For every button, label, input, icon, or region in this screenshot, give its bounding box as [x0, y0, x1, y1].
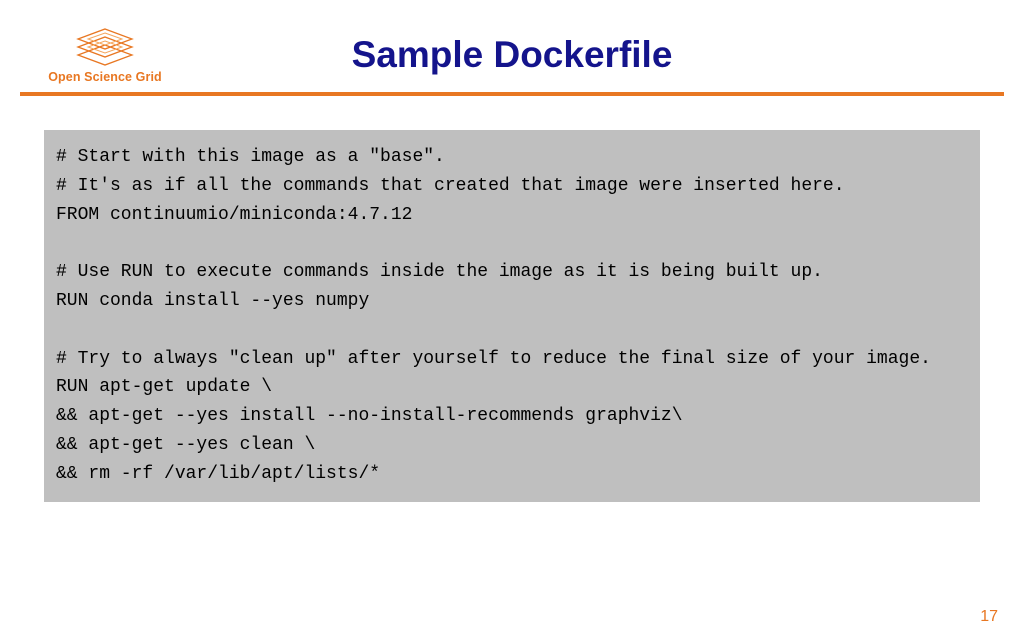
osg-logo-icon [74, 27, 136, 67]
slide-content: # Start with this image as a "base". # I… [0, 96, 1024, 502]
slide-title: Sample Dockerfile [30, 34, 994, 76]
slide-header: Open Science Grid Sample Dockerfile [0, 0, 1024, 92]
code-block: # Start with this image as a "base". # I… [44, 130, 980, 502]
page-number: 17 [980, 608, 998, 626]
